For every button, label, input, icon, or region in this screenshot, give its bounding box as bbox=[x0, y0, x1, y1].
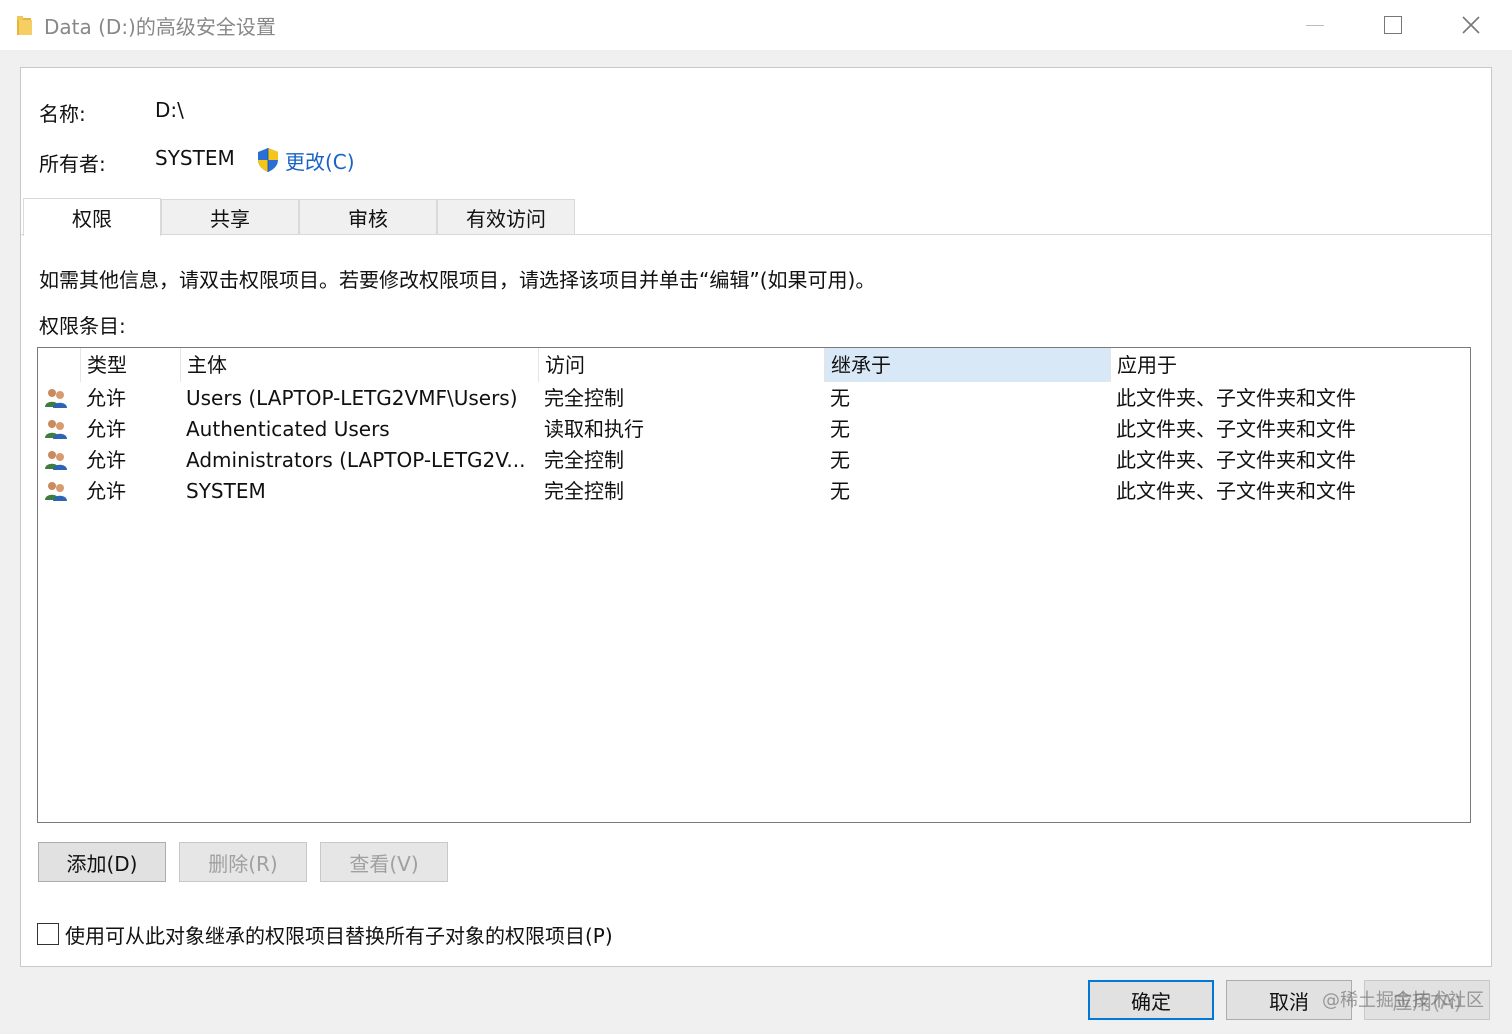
column-header-access[interactable]: 访问 bbox=[538, 348, 824, 382]
row-applies-to: 此文件夹、子文件夹和文件 bbox=[1116, 417, 1356, 441]
table-row[interactable]: 允许 SYSTEM 完全控制 无 此文件夹、子文件夹和文件 bbox=[38, 476, 1470, 507]
close-icon bbox=[1462, 16, 1480, 34]
row-access: 完全控制 bbox=[544, 448, 624, 472]
change-link-label: 更改(C) bbox=[285, 149, 355, 174]
permission-entries-list[interactable]: 类型 主体 访问 继承于 应用于 允许 Users (LAPTOP-LETG2V… bbox=[37, 347, 1471, 823]
main-panel: 名称: D:\ 所有者: SYSTEM 更改(C) 权限 共享 审核 有效访问 … bbox=[20, 67, 1492, 967]
tab-strip: 权限 共享 审核 有效访问 bbox=[23, 198, 575, 236]
name-value: D:\ bbox=[155, 98, 184, 122]
row-type: 允许 bbox=[86, 386, 126, 410]
maximize-icon bbox=[1384, 16, 1402, 34]
replace-child-permissions-option[interactable]: 使用可从此对象继承的权限项目替换所有子对象的权限项目(P) bbox=[37, 918, 613, 950]
users-group-icon bbox=[45, 420, 67, 439]
tab-divider bbox=[21, 234, 1491, 235]
column-header-type[interactable]: 类型 bbox=[80, 348, 180, 382]
uac-shield-icon bbox=[258, 148, 278, 172]
name-label: 名称: bbox=[39, 102, 86, 126]
minimize-button[interactable] bbox=[1276, 0, 1354, 50]
minimize-icon bbox=[1306, 24, 1324, 26]
view-button[interactable]: 查看(V) bbox=[320, 842, 448, 882]
table-row[interactable]: 允许 Administrators (LAPTOP-LETG2V... 完全控制… bbox=[38, 445, 1470, 476]
replace-child-permissions-checkbox[interactable] bbox=[37, 923, 59, 945]
row-applies-to: 此文件夹、子文件夹和文件 bbox=[1116, 386, 1356, 410]
row-type: 允许 bbox=[86, 479, 126, 503]
row-applies-to: 此文件夹、子文件夹和文件 bbox=[1116, 448, 1356, 472]
owner-value: SYSTEM bbox=[155, 146, 235, 170]
permission-entries-label: 权限条目: bbox=[39, 314, 126, 338]
row-inherited-from: 无 bbox=[830, 417, 850, 441]
row-principal: Users (LAPTOP-LETG2VMF\Users) bbox=[186, 386, 518, 410]
row-principal: SYSTEM bbox=[186, 479, 266, 503]
tab-auditing[interactable]: 审核 bbox=[299, 199, 437, 235]
row-type: 允许 bbox=[86, 417, 126, 441]
users-group-icon bbox=[45, 389, 67, 408]
watermark: @稀土掘金技术社区 bbox=[1322, 990, 1484, 1011]
row-access: 完全控制 bbox=[544, 386, 624, 410]
row-applies-to: 此文件夹、子文件夹和文件 bbox=[1116, 479, 1356, 503]
tab-sharing[interactable]: 共享 bbox=[161, 199, 299, 235]
info-text: 如需其他信息，请双击权限项目。若要修改权限项目，请选择该项目并单击“编辑”(如果… bbox=[39, 268, 876, 292]
table-row[interactable]: 允许 Users (LAPTOP-LETG2VMF\Users) 完全控制 无 … bbox=[38, 383, 1470, 414]
replace-child-permissions-label: 使用可从此对象继承的权限项目替换所有子对象的权限项目(P) bbox=[65, 923, 613, 948]
change-owner-link[interactable]: 更改(C) bbox=[255, 146, 355, 174]
users-group-icon bbox=[45, 451, 67, 470]
row-inherited-from: 无 bbox=[830, 479, 850, 503]
owner-label: 所有者: bbox=[39, 152, 106, 176]
add-button[interactable]: 添加(D) bbox=[38, 842, 166, 882]
list-header: 类型 主体 访问 继承于 应用于 bbox=[38, 348, 1470, 382]
title-bar: Data (D:)的高级安全设置 bbox=[0, 0, 1512, 50]
row-type: 允许 bbox=[86, 448, 126, 472]
row-inherited-from: 无 bbox=[830, 448, 850, 472]
tab-effective-access[interactable]: 有效访问 bbox=[437, 199, 575, 235]
row-inherited-from: 无 bbox=[830, 386, 850, 410]
column-header-applies-to[interactable]: 应用于 bbox=[1110, 348, 1470, 382]
row-access: 完全控制 bbox=[544, 479, 624, 503]
maximize-button[interactable] bbox=[1354, 0, 1432, 50]
table-row[interactable]: 允许 Authenticated Users 读取和执行 无 此文件夹、子文件夹… bbox=[38, 414, 1470, 445]
column-header-principal[interactable]: 主体 bbox=[180, 348, 538, 382]
row-access: 读取和执行 bbox=[544, 417, 644, 441]
column-header-inherited-from[interactable]: 继承于 bbox=[824, 348, 1110, 382]
window-title: Data (D:)的高级安全设置 bbox=[44, 15, 276, 39]
tab-permissions[interactable]: 权限 bbox=[23, 198, 161, 236]
users-group-icon bbox=[45, 482, 67, 501]
close-button[interactable] bbox=[1432, 0, 1510, 50]
remove-button[interactable]: 删除(R) bbox=[179, 842, 307, 882]
row-principal: Authenticated Users bbox=[186, 417, 390, 441]
folder-icon bbox=[17, 16, 32, 35]
ok-button[interactable]: 确定 bbox=[1088, 980, 1214, 1020]
row-principal: Administrators (LAPTOP-LETG2V... bbox=[186, 448, 526, 472]
